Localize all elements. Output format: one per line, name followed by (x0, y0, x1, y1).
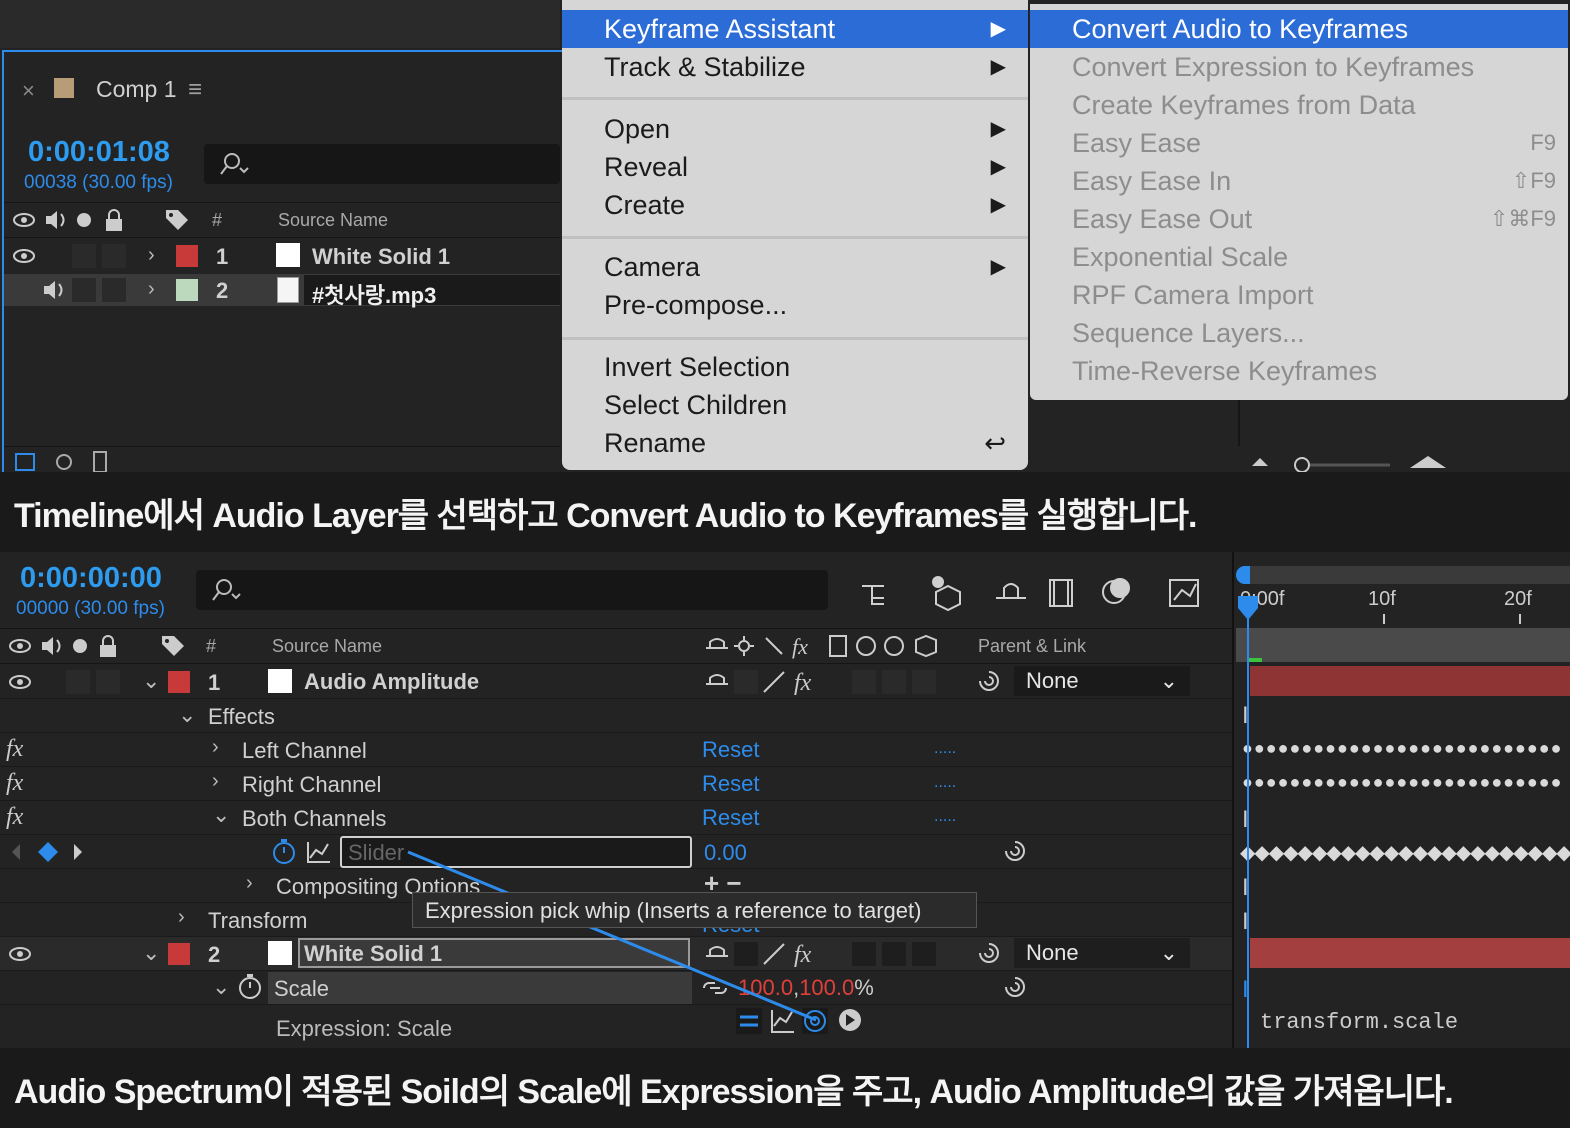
playhead-line[interactable] (1247, 600, 1249, 1048)
ruler-label: 10f (1368, 588, 1396, 610)
work-area-bar[interactable] (1236, 566, 1570, 584)
ruler-label: 20f (1504, 588, 1532, 610)
tooltip: Expression pick whip (Inserts a referenc… (412, 892, 977, 928)
caption-bottom: Audio Spectrum이 적용된 Soild의 Scale에 Expres… (0, 1048, 1570, 1128)
ruler-tick (1383, 614, 1385, 624)
expression-text[interactable]: transform.scale (1260, 1010, 1458, 1035)
keyframes-right-channel[interactable]: ●●●●●●●●●●●●●●●●●●●●●●●●●●● (1242, 772, 1570, 793)
work-area-start-handle[interactable] (1236, 566, 1250, 584)
divider (1232, 552, 1234, 1048)
cache-indicator (1248, 658, 1262, 662)
keyframes-left-channel[interactable]: ●●●●●●●●●●●●●●●●●●●●●●●●●●● (1242, 738, 1570, 759)
layer-duration-bar[interactable] (1250, 666, 1570, 696)
ruler-tick (1519, 614, 1521, 624)
layer-duration-bar[interactable] (1250, 938, 1570, 968)
keyframes-slider[interactable]: ◆◆◆◆◆◆◆◆◆◆◆◆◆◆◆◆◆◆◆◆◆◆◆◆◆ (1240, 840, 1570, 865)
playhead-handle[interactable] (1236, 594, 1260, 622)
comp-bar (1236, 628, 1570, 662)
